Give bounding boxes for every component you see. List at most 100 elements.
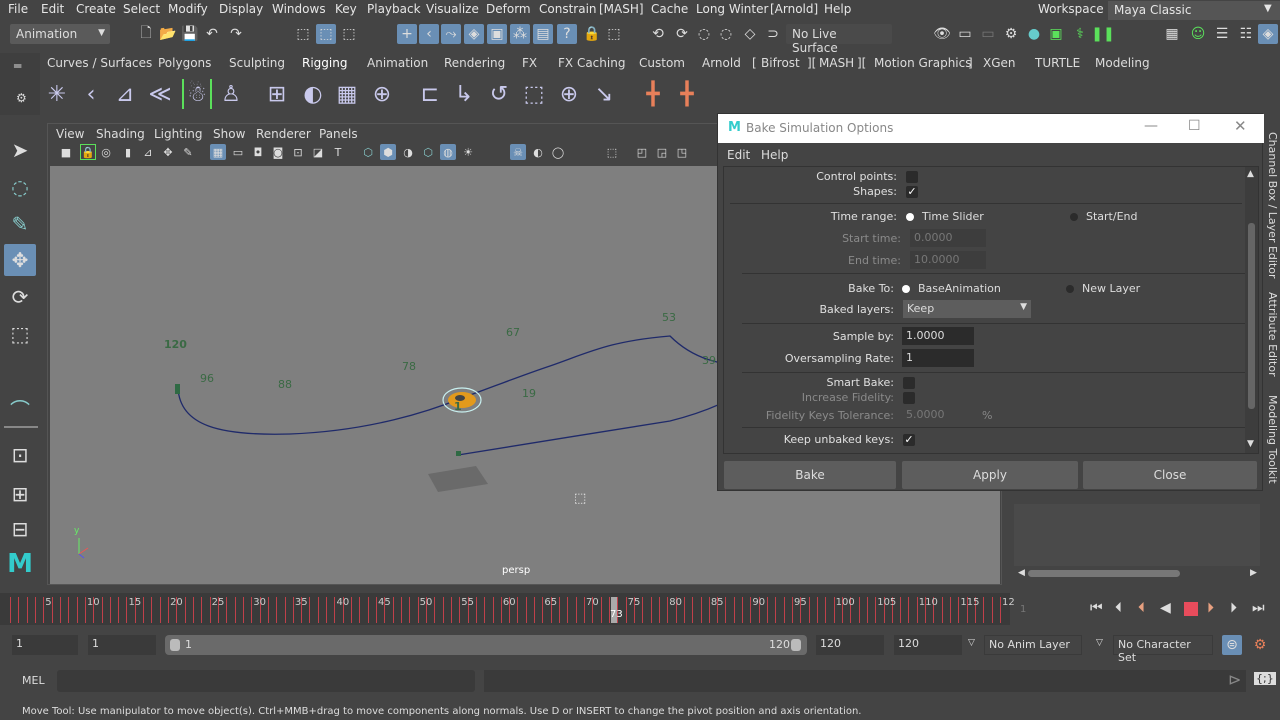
step-back-key-icon[interactable]: ⏴ (1138, 600, 1145, 616)
ssao-icon[interactable]: ◰ (634, 144, 650, 160)
film-gate-icon[interactable]: ▭ (230, 144, 246, 160)
point-constraint-icon[interactable]: ↳ (449, 79, 479, 109)
symmetry-icon[interactable]: ⟲ (648, 24, 668, 44)
arnold-flush-icon[interactable]: ❚❚ (1091, 24, 1114, 44)
attribute-editor-icon[interactable]: ☰ (1212, 24, 1232, 44)
scale-tool-icon[interactable]: ⬚ (4, 318, 36, 350)
range-slider[interactable]: 1 120 (165, 635, 807, 655)
soft-select-icon[interactable]: ⟳ (672, 24, 692, 44)
select-camera-icon[interactable]: ⬚ (604, 144, 620, 160)
xray-icon[interactable]: ◐ (530, 144, 546, 160)
motion-blur-icon[interactable]: ◲ (654, 144, 670, 160)
save-scene-icon[interactable]: 💾 (180, 24, 200, 44)
undo-icon[interactable]: ↶ (202, 24, 222, 44)
vp-menu-view[interactable]: View (56, 127, 84, 141)
four-view-layout-icon[interactable]: ⊞ (4, 478, 36, 510)
snap-point-icon[interactable]: ⤳ (441, 24, 461, 44)
vp-menu-renderer[interactable]: Renderer (256, 127, 311, 141)
redo-icon[interactable]: ↷ (226, 24, 246, 44)
live-surface-field[interactable]: No Live Surface (786, 24, 892, 55)
animation-end-field[interactable]: 120 (894, 635, 962, 655)
smooth-bind-icon[interactable]: ◐ (298, 79, 328, 109)
shelf-tab-rendering[interactable]: Rendering (444, 56, 505, 70)
scale-constraint-icon[interactable]: ⬚ (519, 79, 549, 109)
snap-live-icon[interactable]: ⁂ (510, 24, 530, 44)
two-pane-layout-icon[interactable]: ⊟ (4, 513, 36, 545)
gear-icon[interactable]: ⚙ (16, 91, 27, 105)
camera-icon[interactable]: ■ (58, 144, 74, 160)
menu-constrain[interactable]: Constrain (539, 2, 597, 16)
vertical-scrollbar[interactable]: ▲ ▼ (1245, 167, 1258, 453)
scroll-right-icon[interactable]: ▶ (1250, 568, 1260, 578)
scroll-down-icon[interactable]: ▼ (1247, 439, 1254, 449)
make-live-icon[interactable]: ◇ (740, 24, 760, 44)
smooth-shade-icon[interactable]: ⬢ (380, 144, 396, 160)
anim-layer-dropdown[interactable]: No Anim Layer (984, 635, 1082, 655)
shelf-tab-rigging[interactable]: Rigging (302, 56, 347, 70)
menu-set-dropdown[interactable]: Animation ▼ (10, 24, 110, 44)
shelf-tab-fx[interactable]: FX (522, 56, 537, 70)
xray-joints-icon[interactable]: ◯ (550, 144, 566, 160)
camera-attributes-icon[interactable]: ◎ (98, 144, 114, 160)
rotate-tool-icon[interactable]: ⟳ (4, 281, 36, 313)
apply-button[interactable]: Apply (902, 461, 1078, 489)
workspace-dropdown[interactable]: Maya Classic ▼ (1108, 1, 1280, 20)
modeling-toolkit-icon[interactable]: ▦ (1162, 24, 1182, 44)
hypershade-icon[interactable]: ● (1024, 24, 1044, 44)
menu-mash[interactable]: [MASH] (599, 2, 644, 16)
render-view-icon[interactable]: ▤ (533, 24, 553, 44)
image-plane-icon[interactable]: ⊿ (140, 144, 156, 160)
bookmark-icon[interactable]: ▮ (120, 144, 136, 160)
snap-curve-icon[interactable]: ‹ (419, 24, 439, 44)
shelf-tab-xgen[interactable]: XGen (983, 56, 1016, 70)
gate-mask-icon[interactable]: ◙ (270, 144, 286, 160)
vp-menu-show[interactable]: Show (213, 127, 245, 141)
play-script-icon[interactable]: ⊳ (1228, 670, 1241, 689)
curve-tool-icon[interactable]: ⌒ (4, 392, 36, 424)
chevron-down-icon[interactable]: ▽ (968, 638, 975, 648)
menu-select[interactable]: Select (123, 2, 160, 16)
scrollbar-thumb[interactable] (1248, 223, 1255, 409)
anti-aliasing-icon[interactable]: ◳ (674, 144, 690, 160)
paint-weights-icon[interactable]: ⊞ (262, 79, 292, 109)
select-lock-icon[interactable]: ⬚ (604, 24, 624, 44)
dialog-menu-help[interactable]: Help (761, 148, 788, 162)
lights-icon[interactable]: ☀ (460, 144, 476, 160)
quick-rig-icon[interactable]: ☃ (182, 79, 212, 109)
lasso-tool-icon[interactable]: ◌ (4, 171, 36, 203)
keep-unbaked-checkbox[interactable]: ✓ (903, 434, 915, 446)
select-hierarchy-icon[interactable]: ⬚ (293, 24, 313, 44)
step-back-frame-icon[interactable]: ⏴ (1115, 600, 1122, 616)
grid-icon[interactable]: ▦ (210, 144, 226, 160)
parent-constraint-icon[interactable]: ⊏ (415, 79, 445, 109)
shelf-tab-fx-caching[interactable]: FX Caching (558, 56, 625, 70)
fidelity-tolerance-field[interactable]: 5.0000 (902, 406, 974, 424)
safe-title-icon[interactable]: T (330, 144, 346, 160)
reflection-icon[interactable]: ◌ (694, 24, 714, 44)
lattice-icon[interactable]: ▦ (332, 79, 362, 109)
menu-create[interactable]: Create (76, 2, 116, 16)
step-forward-key-icon[interactable]: ⏵ (1207, 600, 1214, 616)
shelf-tab-curves-surfaces[interactable]: Curves / Surfaces (47, 56, 152, 70)
snap-grid-icon[interactable]: + (397, 24, 417, 44)
vp-menu-shading[interactable]: Shading (96, 127, 145, 141)
paint-select-icon[interactable]: ✎ (4, 208, 36, 240)
menu-cache[interactable]: Cache (651, 2, 688, 16)
cluster-icon[interactable]: ⊕ (367, 79, 397, 109)
minimize-icon[interactable]: — (1144, 118, 1158, 134)
side-tab-channel-box[interactable]: Channel Box / Layer Editor (1266, 132, 1279, 279)
snap-projected-icon[interactable]: ◈ (464, 24, 484, 44)
scroll-up-icon[interactable]: ▲ (1247, 169, 1254, 179)
vp-menu-lighting[interactable]: Lighting (154, 127, 203, 141)
go-to-start-icon[interactable]: ⏮ (1090, 600, 1103, 616)
sculpt-icon[interactable]: ◌ (716, 24, 736, 44)
mirror-joint-icon[interactable]: ≪ (145, 79, 175, 109)
smart-bake-checkbox[interactable] (903, 377, 915, 389)
start-end-radio[interactable] (1070, 213, 1078, 221)
new-scene-icon[interactable]: 🗋 (136, 24, 156, 44)
pole-vector-constraint-icon[interactable]: ↘ (589, 79, 619, 109)
new-layer-radio[interactable] (1066, 285, 1074, 293)
arnold-render-icon[interactable]: ▣ (1046, 24, 1066, 44)
help-icon[interactable]: ? (557, 24, 577, 44)
menu-key[interactable]: Key (335, 2, 357, 16)
